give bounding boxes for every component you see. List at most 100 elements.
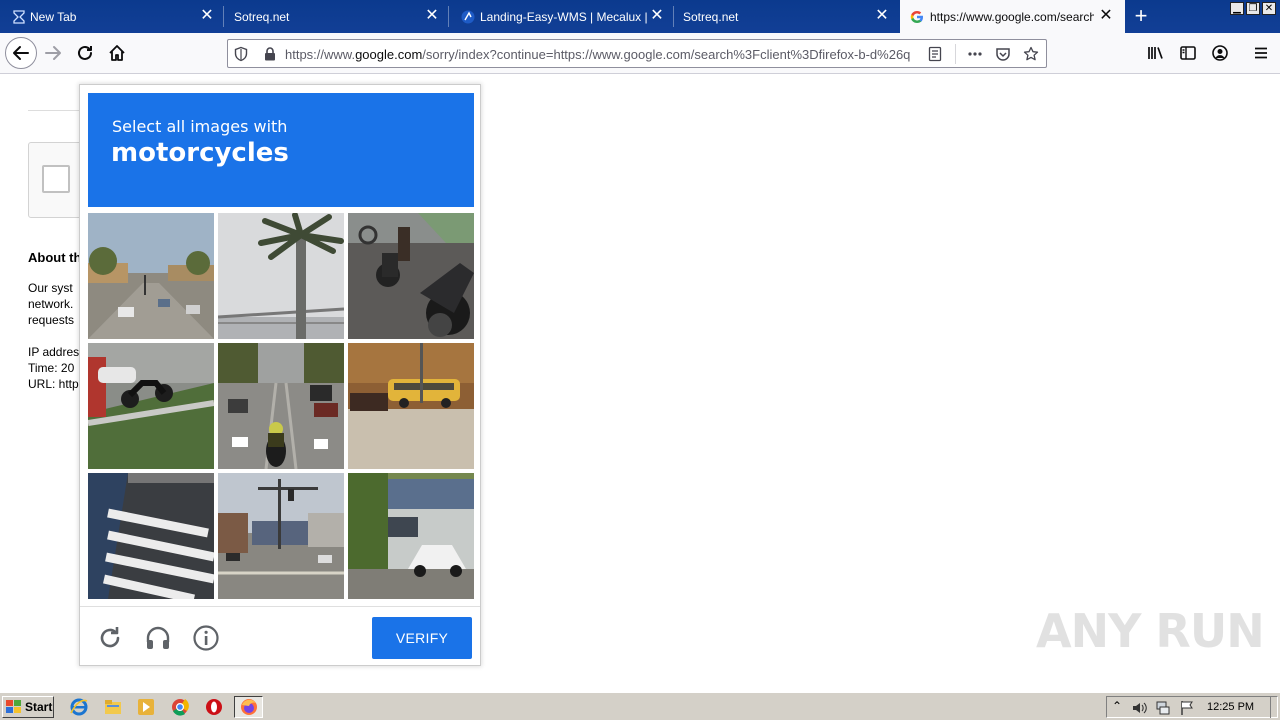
recaptcha-checkbox[interactable] — [42, 165, 70, 193]
image-tile-motorcycle-traffic[interactable] — [218, 343, 344, 469]
challenge-header: Select all images with motorcycles — [88, 93, 474, 207]
url-text[interactable]: https://www.google.com/sorry/index?conti… — [285, 47, 917, 62]
tab-label: Sotreq.net — [234, 9, 290, 24]
tab-sotreq-2[interactable]: Sotreq.net ✕ — [674, 0, 899, 33]
windows-taskbar: Start ⌃ 12:25 PM — [0, 692, 1280, 720]
reader-view-icon[interactable] — [927, 46, 943, 62]
hourglass-icon — [13, 10, 25, 24]
home-icon — [109, 45, 125, 61]
navigation-toolbar: https://www.google.com/sorry/index?conti… — [0, 33, 1280, 74]
challenge-instruction: Select all images with — [112, 117, 288, 136]
info-line: Time: 20 — [28, 361, 75, 375]
bookmark-star-icon[interactable] — [1023, 46, 1039, 62]
volume-icon[interactable] — [1131, 700, 1147, 716]
about-heading: About th — [28, 250, 82, 265]
image-tile-street-traffic-light[interactable] — [218, 473, 344, 599]
url-separator — [955, 44, 956, 64]
start-label: Start — [25, 700, 53, 714]
info-line: URL: http — [28, 377, 79, 391]
system-tray: ⌃ 12:25 PM — [1106, 696, 1278, 718]
audio-headphones-icon[interactable] — [144, 624, 172, 652]
new-tab-button[interactable]: + — [1130, 5, 1152, 28]
tab-label: Sotreq.net — [683, 9, 739, 24]
minimize-icon: ▁ — [1233, 3, 1241, 14]
tab-google-active[interactable]: https://www.google.com/search?c ✕ — [900, 0, 1125, 33]
google-favicon-icon — [910, 11, 923, 23]
challenge-target: motorcycles — [111, 138, 289, 168]
sidebar-icon — [1180, 46, 1196, 60]
account-button[interactable] — [1205, 38, 1235, 68]
reload-icon[interactable] — [96, 624, 124, 652]
firefox-icon — [241, 699, 257, 715]
show-hidden-icons-icon[interactable]: ⌃ — [1112, 699, 1122, 713]
windows-logo-icon — [6, 700, 21, 713]
verify-button[interactable]: VERIFY — [372, 617, 472, 659]
lock-icon[interactable] — [262, 46, 278, 62]
url-prefix: https://www. — [285, 47, 356, 62]
file-explorer-icon[interactable] — [103, 697, 123, 717]
app-menu-button[interactable] — [1246, 38, 1276, 68]
action-center-flag-icon[interactable] — [1179, 700, 1195, 716]
info-line: IP addres — [28, 345, 80, 359]
home-button[interactable] — [102, 38, 132, 68]
minimize-window-button[interactable]: ▁ — [1230, 2, 1244, 15]
reload-icon — [78, 45, 92, 60]
close-window-button[interactable]: ✕ — [1262, 2, 1276, 15]
image-tile-grid — [88, 213, 474, 599]
account-icon — [1212, 45, 1228, 61]
paragraph-line: requests — [28, 313, 75, 327]
close-tab-icon[interactable]: ✕ — [1099, 8, 1113, 24]
sidebar-button[interactable] — [1173, 38, 1203, 68]
firefox-taskbar-button[interactable] — [234, 696, 263, 718]
close-icon: ✕ — [1264, 3, 1274, 14]
mecalux-favicon-icon — [461, 10, 475, 24]
challenge-footer: VERIFY — [80, 606, 480, 666]
system-clock[interactable]: 12:25 PM — [1207, 701, 1254, 713]
tab-new-tab[interactable]: New Tab ✕ — [0, 0, 224, 33]
image-tile-house-car[interactable] — [348, 473, 474, 599]
start-button[interactable]: Start — [2, 696, 54, 718]
anyrun-watermark: ANY RUN — [1036, 604, 1265, 658]
image-tile-palm-tree-bridge[interactable] — [218, 213, 344, 339]
tab-label: https://www.google.com/search?c — [930, 9, 1094, 24]
menu-icon — [1255, 47, 1267, 59]
tab-label: New Tab — [30, 9, 77, 24]
url-path: /sorry/index?continue=https://www.google… — [422, 47, 911, 62]
tab-label: Landing-Easy-WMS | Mecalux | www — [480, 9, 648, 24]
reload-button[interactable] — [70, 38, 100, 68]
pocket-icon[interactable] — [995, 46, 1011, 62]
internet-explorer-icon[interactable] — [69, 697, 89, 717]
tab-sotreq-1[interactable]: Sotreq.net ✕ — [224, 0, 449, 33]
tab-strip: New Tab ✕ Sotreq.net ✕ Landing-Easy-WMS … — [0, 0, 1280, 33]
image-tile-crosswalk[interactable] — [88, 473, 214, 599]
restore-window-button[interactable]: ❐ — [1246, 2, 1260, 15]
library-icon — [1148, 47, 1163, 59]
chrome-icon[interactable] — [170, 697, 190, 717]
close-tab-icon[interactable]: ✕ — [425, 8, 439, 24]
image-tile-motorcycle-roadside[interactable] — [88, 343, 214, 469]
image-tile-parked-motorcycles[interactable] — [348, 213, 474, 339]
url-host: google.com — [355, 47, 423, 62]
back-arrow-icon — [13, 46, 29, 60]
media-player-icon[interactable] — [136, 697, 156, 717]
tab-mecalux[interactable]: Landing-Easy-WMS | Mecalux | www ✕ — [449, 0, 674, 33]
captcha-challenge-dialog: Select all images with motorcycles VERIF… — [79, 84, 481, 666]
library-button[interactable] — [1141, 38, 1171, 68]
back-button[interactable] — [5, 37, 37, 69]
close-tab-icon[interactable]: ✕ — [650, 8, 664, 24]
paragraph-line: network. — [28, 297, 74, 311]
restore-icon: ❐ — [1248, 3, 1258, 14]
forward-arrow-icon — [45, 46, 61, 60]
opera-icon[interactable] — [204, 697, 224, 717]
info-icon[interactable] — [192, 624, 220, 652]
more-actions-icon[interactable] — [967, 46, 983, 62]
shield-icon[interactable] — [233, 46, 249, 62]
close-tab-icon[interactable]: ✕ — [200, 8, 214, 24]
image-tile-street-intersection[interactable] — [88, 213, 214, 339]
address-bar[interactable]: https://www.google.com/sorry/index?conti… — [227, 39, 1047, 68]
show-desktop-button[interactable] — [1270, 696, 1278, 718]
forward-button[interactable] — [38, 38, 68, 68]
image-tile-school-bus[interactable] — [348, 343, 474, 469]
close-tab-icon[interactable]: ✕ — [875, 8, 889, 24]
network-icon[interactable] — [1155, 700, 1171, 716]
